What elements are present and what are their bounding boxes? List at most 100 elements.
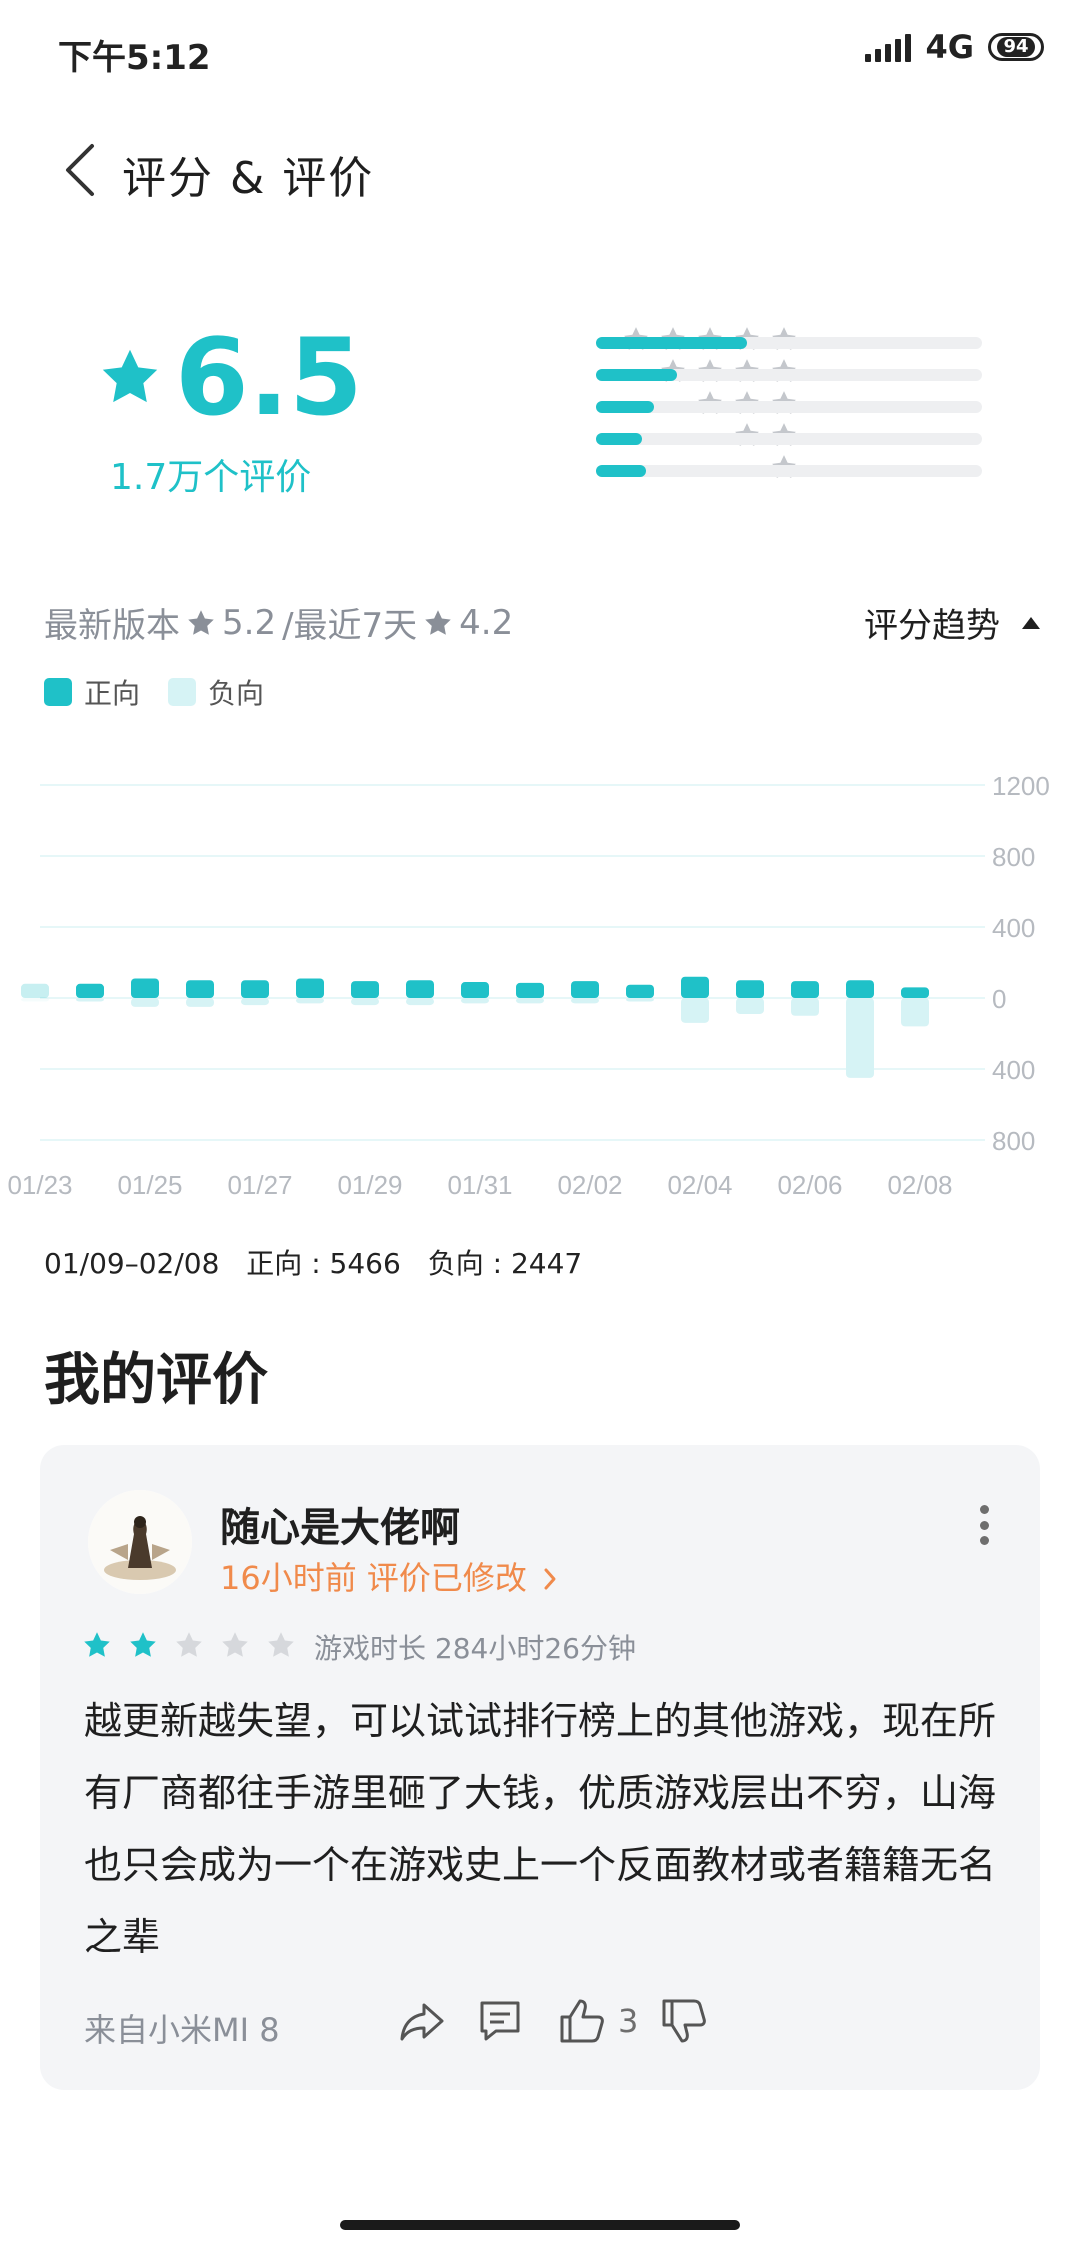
distribution-track: [596, 433, 982, 445]
latest-version-label: 最新版本: [44, 606, 180, 646]
more-icon[interactable]: [978, 1505, 990, 1545]
home-indicator[interactable]: [340, 2220, 740, 2230]
review-text: 越更新越失望，可以试试排行榜上的其他游戏，现在所有厂商都往手游里砸了大钱，优质游…: [84, 1699, 997, 1959]
review-card: 随心是大佬啊 16小时前 评价已修改 游戏时长 284小时26分钟 越更新越失望…: [40, 1445, 1040, 2090]
star-icon: [188, 609, 214, 635]
device-label: 来自小米MI 8: [84, 2011, 280, 2049]
distribution-fill: [596, 433, 643, 445]
star-icon: [130, 1632, 156, 1657]
positive-bar[interactable]: [461, 982, 489, 998]
negative-bar[interactable]: [186, 998, 214, 1007]
trend-toggle[interactable]: 评分趋势: [864, 598, 1040, 647]
negative-bar[interactable]: [846, 998, 874, 1078]
negative-bar[interactable]: [626, 998, 654, 1002]
positive-bar[interactable]: [241, 980, 269, 998]
avatar[interactable]: [88, 1490, 192, 1594]
review-meta-text: 16小时前 评价已修改: [220, 1559, 527, 1597]
score-value: 6.5: [175, 316, 363, 439]
like-button[interactable]: 3: [556, 1993, 638, 2049]
x-tick-label: 01/29: [337, 1170, 402, 1200]
thumbs-up-icon: [560, 1999, 604, 2043]
summary-negative: 负向 : 2447: [427, 1247, 583, 1280]
negative-bar[interactable]: [901, 998, 929, 1027]
y-tick-label: 0: [992, 984, 1006, 1014]
page-title: 评分 & 评价: [122, 153, 375, 204]
review-meta[interactable]: 16小时前 评价已修改: [220, 1553, 559, 1599]
negative-bar[interactable]: [21, 998, 49, 1002]
my-review-title: 我的评价: [44, 1348, 268, 1413]
negative-bar[interactable]: [681, 998, 709, 1023]
review-stars: [82, 1630, 296, 1660]
comment-icon: [480, 2001, 520, 2041]
summary-range: 01/09–02/08: [44, 1247, 220, 1280]
negative-bar[interactable]: [131, 998, 159, 1007]
positive-bar[interactable]: [351, 981, 379, 998]
dislike-button[interactable]: [658, 1993, 710, 2049]
positive-bar[interactable]: [901, 987, 929, 998]
positive-bar[interactable]: [571, 981, 599, 998]
negative-bar[interactable]: [76, 998, 104, 1002]
recent-label: /最近7天: [282, 606, 418, 646]
chart-legend: 正向 负向: [44, 672, 292, 712]
x-tick-label: 01/23: [7, 1170, 72, 1200]
like-count: 3: [618, 2002, 639, 2040]
trend-chart: 1200 800 400 0 400 800 01/23 01/25 01/27 01/29 01/…: [7, 771, 1049, 1200]
positive-bar[interactable]: [681, 976, 709, 998]
positive-bar[interactable]: [736, 980, 764, 998]
comment-button[interactable]: [474, 1993, 526, 2049]
legend-positive: 正向: [44, 672, 140, 712]
signal-icon: [865, 32, 912, 62]
status-icons: 4G 94: [865, 28, 1044, 66]
negative-bar[interactable]: [791, 998, 819, 1016]
battery-icon: 94: [988, 33, 1044, 61]
negative-bar[interactable]: [571, 998, 599, 1004]
x-tick-label: 02/04: [667, 1170, 732, 1200]
positive-bar[interactable]: [186, 980, 214, 998]
x-tick-label: 02/08: [887, 1170, 952, 1200]
positive-bar[interactable]: [846, 980, 874, 998]
y-tick-label: 800: [992, 1126, 1035, 1156]
negative-bar[interactable]: [296, 998, 324, 1004]
battery-level: 94: [997, 37, 1035, 57]
distribution-track: [596, 465, 982, 477]
positive-bar[interactable]: [791, 981, 819, 998]
distribution-track: [596, 337, 982, 349]
legend-negative-label: 负向: [208, 677, 265, 710]
distribution-row-4-star: [398, 357, 998, 387]
share-icon: [400, 2003, 444, 2041]
negative-bar[interactable]: [516, 998, 544, 1004]
positive-bar[interactable]: [76, 983, 104, 998]
positive-bar[interactable]: [21, 983, 49, 998]
distribution-fill: [596, 465, 647, 477]
status-time: 下午5:12: [58, 38, 211, 78]
positive-bar[interactable]: [131, 978, 159, 998]
negative-bar[interactable]: [406, 998, 434, 1006]
distribution-row-3-star: [398, 389, 998, 419]
share-button[interactable]: [396, 1993, 448, 2049]
positive-bar[interactable]: [296, 978, 324, 998]
distribution-row-5-star: [398, 325, 998, 355]
distribution-fill: [596, 337, 747, 349]
distribution-row-1-star: [398, 453, 998, 483]
legend-positive-label: 正向: [84, 677, 141, 710]
star-icon: [425, 609, 451, 635]
positive-bar[interactable]: [516, 982, 544, 998]
negative-bar[interactable]: [736, 998, 764, 1014]
chevron-left-icon[interactable]: [56, 140, 106, 200]
distribution-fill: [596, 401, 654, 413]
y-tick-label: 400: [992, 1055, 1035, 1085]
negative-bar[interactable]: [351, 998, 379, 1006]
negative-bar[interactable]: [461, 998, 489, 1004]
x-tick-label: 01/31: [447, 1170, 512, 1200]
distribution-track: [596, 369, 982, 381]
recent-score: 4.2: [459, 602, 514, 643]
trend-label: 评分趋势: [864, 606, 1000, 646]
positive-bar[interactable]: [626, 984, 654, 998]
header: 评分 & 评价: [0, 130, 1080, 210]
positive-bar[interactable]: [406, 980, 434, 998]
avatar-image: [88, 1490, 192, 1594]
star-icon: [222, 1632, 248, 1657]
x-tick-label: 02/06: [777, 1170, 842, 1200]
negative-bar[interactable]: [241, 998, 269, 1006]
x-tick-label: 02/02: [557, 1170, 622, 1200]
